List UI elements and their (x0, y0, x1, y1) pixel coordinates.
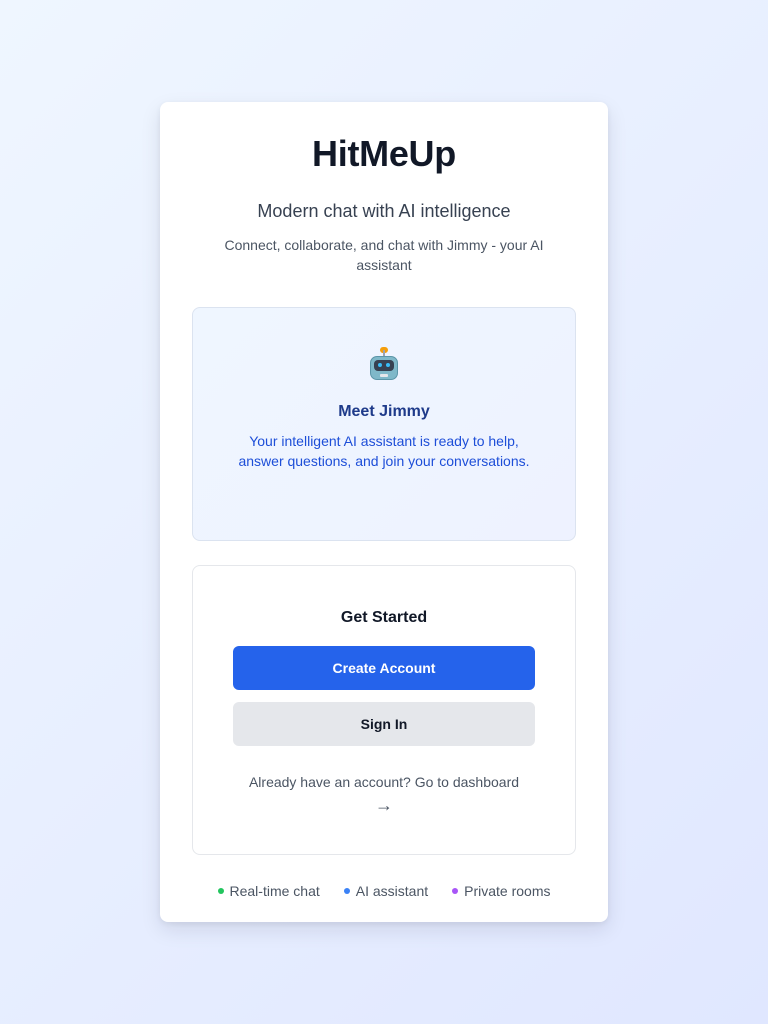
feature-label: Real-time chat (229, 883, 320, 899)
app-tagline: Modern chat with AI intelligence (257, 201, 511, 221)
dashboard-link-text: Already have an account? Go to dashboard (248, 774, 520, 790)
status-dot-icon (343, 888, 350, 894)
app-title: HitMeUp (312, 133, 456, 174)
feature-label: AI assistant (355, 883, 429, 899)
feature-label: Private rooms (464, 883, 551, 899)
create-account-button[interactable]: Create Account (233, 646, 535, 690)
app-subtext: Connect, collaborate, and chat with Jimm… (224, 237, 544, 273)
robot-icon (369, 347, 399, 382)
get-started-title: Get Started (340, 609, 428, 626)
meet-jimmy-panel: Meet Jimmy Your intelligent AI assistant… (192, 307, 576, 541)
status-dot-icon (452, 888, 459, 894)
welcome-card: HitMeUp Modern chat with AI intelligence… (160, 102, 608, 922)
feature-item-realtime-chat: Real-time chat (217, 881, 320, 901)
get-started-panel: Get Started Create Account Sign In Alrea… (192, 565, 576, 855)
go-to-dashboard-link[interactable]: Already have an account? Go to dashboard… (249, 770, 519, 816)
status-dot-icon (217, 888, 224, 894)
meet-jimmy-description: Your intelligent AI assistant is ready t… (238, 433, 530, 469)
meet-jimmy-title: Meet Jimmy (338, 403, 430, 420)
sign-in-button[interactable]: Sign In (233, 702, 535, 746)
feature-list: Real-time chat AI assistant Private room… (192, 881, 576, 901)
feature-item-private-rooms: Private rooms (452, 881, 551, 901)
feature-item-ai-assistant: AI assistant (343, 881, 429, 901)
arrow-right-icon: → (374, 795, 393, 815)
